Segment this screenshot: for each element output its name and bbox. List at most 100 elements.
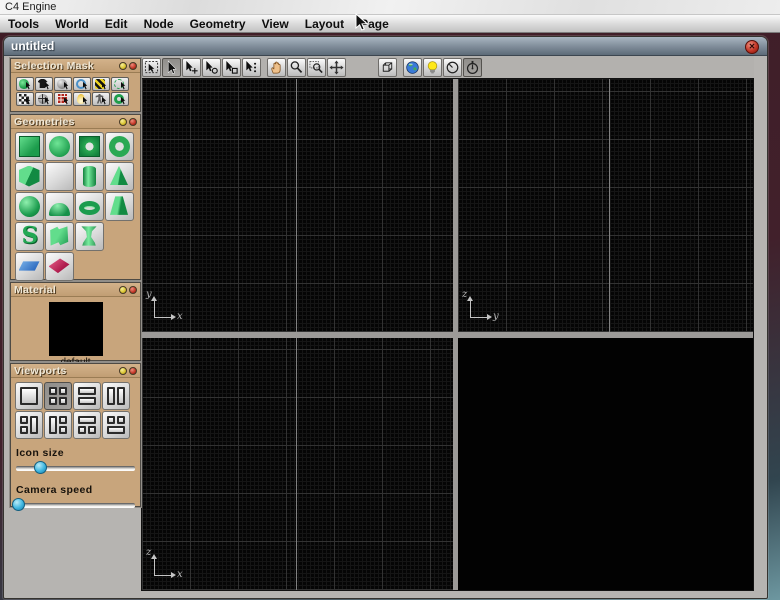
camera-speed-slider-knob[interactable] [12, 498, 26, 511]
box-select-button[interactable] [221, 57, 241, 77]
origin-line [609, 79, 610, 332]
move-select-icon [185, 60, 198, 74]
toolbar-group [377, 57, 397, 77]
layout-single-button[interactable] [14, 381, 43, 410]
node-select-button[interactable] [201, 57, 221, 77]
source-mask-button[interactable] [72, 76, 91, 91]
trigger-mask-button[interactable] [34, 91, 53, 106]
tube-geometry-button[interactable] [14, 221, 44, 251]
list-select-button[interactable] [241, 57, 261, 77]
timer-button[interactable] [462, 57, 482, 77]
zoom-button[interactable] [286, 57, 306, 77]
axis-h-label: x [177, 311, 183, 322]
layout-rows-button[interactable] [72, 381, 101, 410]
lighting-button[interactable] [422, 57, 442, 77]
geometries-titlebar[interactable]: Geometries [11, 115, 140, 129]
portal-mask-button[interactable] [110, 76, 129, 91]
close-icon[interactable] [129, 117, 137, 126]
scroll-view-button[interactable] [326, 57, 346, 77]
layout-right-split-button[interactable] [43, 410, 72, 439]
menu-view[interactable]: View [254, 17, 297, 31]
menu-page[interactable]: Page [352, 17, 397, 31]
material-panel: Material default [10, 282, 141, 368]
minimize-icon[interactable] [119, 61, 127, 70]
terrain-geometry-button[interactable] [44, 251, 74, 281]
hole-plate-geometry-button[interactable] [74, 131, 104, 161]
cylinder-geometry-button[interactable] [74, 161, 104, 191]
annulus-geometry-button[interactable] [104, 131, 134, 161]
close-icon[interactable] [129, 61, 137, 70]
minimize-icon[interactable] [119, 285, 127, 294]
water-geometry-button[interactable] [14, 251, 44, 281]
viewport-bottom-left[interactable]: z x [142, 338, 453, 590]
icon-size-slider[interactable] [16, 461, 135, 475]
clock-button[interactable] [442, 57, 462, 77]
geometries-grid [11, 129, 140, 281]
camera-speed-slider[interactable] [12, 498, 135, 512]
menu-tools[interactable]: Tools [0, 17, 47, 31]
layout-bottom-split-button[interactable] [72, 410, 101, 439]
effect-mask-button[interactable] [53, 91, 72, 106]
model-mask-button[interactable] [34, 76, 53, 91]
emitter-mask-button[interactable] [72, 91, 91, 106]
menu-layout[interactable]: Layout [297, 17, 352, 31]
menu-world[interactable]: World [47, 17, 97, 31]
physics-mask-button[interactable] [110, 91, 129, 106]
viewport-top-right[interactable]: z y [458, 79, 753, 332]
viewports-panel: Viewports Icon size Camera speed [10, 363, 141, 511]
zone-mask-button[interactable] [91, 76, 110, 91]
dome-geometry-button[interactable] [44, 191, 74, 221]
menu-bar: Tools World Edit Node Geometry View Layout Page [0, 15, 780, 33]
selection-mask-titlebar[interactable]: Selection Mask [11, 59, 140, 73]
torus-geometry-button[interactable] [74, 191, 104, 221]
bounding-box-button[interactable] [377, 57, 397, 77]
disk-geometry-button[interactable] [44, 131, 74, 161]
cone-geometry-button[interactable] [104, 161, 134, 191]
viewport-top-left[interactable]: y x [142, 79, 453, 332]
extrusion-geometry-button[interactable] [44, 221, 74, 251]
world-button[interactable] [402, 57, 422, 77]
window-titlebar[interactable]: untitled ✕ [4, 37, 767, 56]
viewports-titlebar[interactable]: Viewports [11, 364, 140, 378]
layout-left-split-button[interactable] [14, 410, 43, 439]
box-geometry-button[interactable] [14, 161, 44, 191]
revolution-geometry-button[interactable] [74, 221, 104, 251]
truncated-cone-geometry-button[interactable] [104, 191, 134, 221]
layout-cols-button[interactable] [101, 381, 130, 410]
select-button[interactable] [161, 57, 181, 77]
plate-geometry-button[interactable] [14, 131, 44, 161]
sphere-geometry-button[interactable] [14, 191, 44, 221]
material-titlebar[interactable]: Material [11, 283, 140, 297]
world-icon [405, 60, 419, 74]
pyramid-geometry-button[interactable] [44, 161, 74, 191]
os-titlebar: C4 Engine [0, 0, 780, 15]
camera-speed-label: Camera speed [16, 484, 93, 496]
viewport-layouts-grid [11, 378, 140, 439]
axis-indicator: y x [146, 289, 183, 326]
move-select-button[interactable] [181, 57, 201, 77]
material-body: default [11, 297, 140, 368]
menu-node[interactable]: Node [136, 17, 182, 31]
minimize-icon[interactable] [119, 117, 127, 126]
minimize-icon[interactable] [119, 366, 127, 375]
geometry-mask-button[interactable] [15, 76, 34, 91]
close-button[interactable]: ✕ [745, 40, 759, 54]
character-mask-button[interactable] [91, 91, 110, 106]
light-mask-button[interactable] [53, 76, 72, 91]
close-icon[interactable] [129, 366, 137, 375]
zoom-region-button[interactable] [306, 57, 326, 77]
icon-size-slider-knob[interactable] [33, 461, 47, 474]
viewport-bottom-right[interactable] [458, 338, 753, 590]
menu-geometry[interactable]: Geometry [182, 17, 254, 31]
marquee-select-button[interactable] [141, 57, 161, 77]
material-swatch[interactable] [48, 302, 103, 356]
pan-hand-button[interactable] [266, 57, 286, 77]
select-icon [167, 59, 177, 74]
layout-quad-button[interactable] [43, 381, 72, 410]
app-title: C4 Engine [5, 1, 57, 13]
layout-top-split-button[interactable] [101, 410, 130, 439]
pyramid-icon [49, 166, 68, 184]
marker-mask-button[interactable] [15, 91, 34, 106]
close-icon[interactable] [129, 285, 137, 294]
menu-edit[interactable]: Edit [97, 17, 136, 31]
